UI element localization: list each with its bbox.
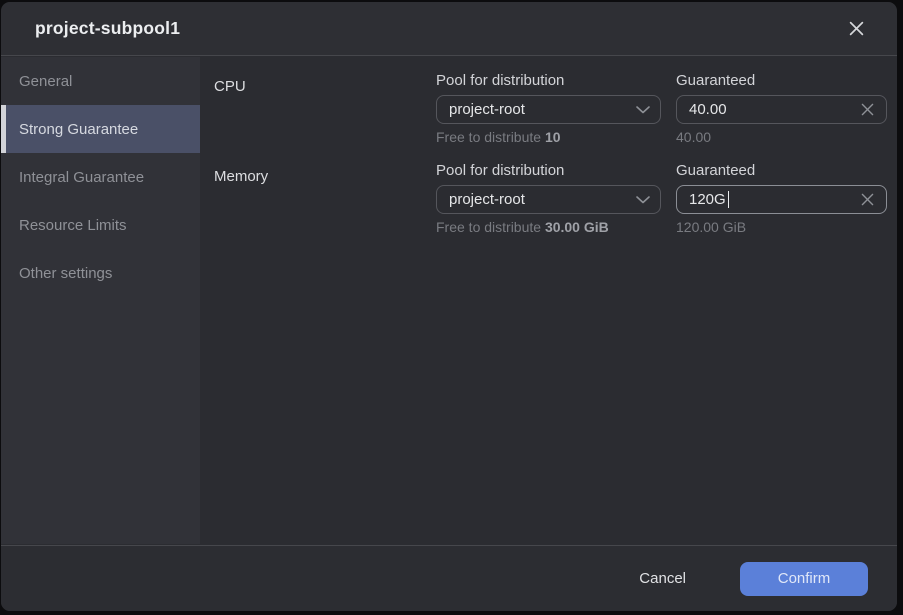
cpu-guaranteed-label: Guaranteed bbox=[676, 72, 755, 89]
cpu-guaranteed-value: 40.00 bbox=[689, 101, 727, 118]
cpu-pool-selected-value: project-root bbox=[449, 101, 525, 118]
sidebar-item-general[interactable]: General bbox=[1, 57, 200, 105]
close-button[interactable] bbox=[843, 15, 870, 42]
clear-button[interactable] bbox=[859, 191, 876, 208]
memory-pool-select[interactable]: project-root bbox=[436, 185, 661, 214]
helper-value: 10 bbox=[545, 129, 561, 145]
cancel-button[interactable]: Cancel bbox=[637, 564, 688, 593]
close-icon bbox=[849, 21, 864, 36]
modal-dialog: project-subpool1 General Strong Guarante… bbox=[1, 2, 897, 611]
modal-header: project-subpool1 bbox=[1, 2, 897, 56]
helper-text: Free to distribute bbox=[436, 219, 545, 235]
memory-guaranteed-helper: 120.00 GiB bbox=[676, 219, 746, 235]
chevron-down-icon bbox=[636, 106, 650, 114]
modal-body: General Strong Guarantee Integral Guaran… bbox=[1, 57, 897, 544]
confirm-button[interactable]: Confirm bbox=[740, 562, 868, 596]
text-cursor bbox=[728, 191, 730, 208]
cpu-pool-label: Pool for distribution bbox=[436, 72, 564, 89]
cpu-pool-helper: Free to distribute 10 bbox=[436, 129, 561, 145]
cpu-guaranteed-input[interactable]: 40.00 bbox=[676, 95, 887, 124]
sidebar-item-label: Integral Guarantee bbox=[19, 169, 144, 186]
memory-guaranteed-value: 120G bbox=[689, 191, 726, 208]
sidebar-item-label: General bbox=[19, 73, 72, 90]
sidebar-item-label: Other settings bbox=[19, 265, 112, 282]
clear-icon bbox=[861, 103, 874, 116]
sidebar-item-resource-limits[interactable]: Resource Limits bbox=[1, 201, 200, 249]
active-tab-indicator bbox=[1, 105, 6, 153]
helper-text: Free to distribute bbox=[436, 129, 545, 145]
modal-title: project-subpool1 bbox=[35, 18, 180, 39]
memory-pool-label: Pool for distribution bbox=[436, 162, 564, 179]
memory-pool-helper: Free to distribute 30.00 GiB bbox=[436, 219, 609, 235]
sidebar-item-strong-guarantee[interactable]: Strong Guarantee bbox=[1, 105, 200, 153]
sidebar-item-label: Resource Limits bbox=[19, 217, 127, 234]
memory-guaranteed-input[interactable]: 120G bbox=[676, 185, 887, 214]
strong-guarantee-panel: CPU Pool for distribution project-root F… bbox=[200, 57, 897, 544]
cpu-pool-select[interactable]: project-root bbox=[436, 95, 661, 124]
memory-pool-selected-value: project-root bbox=[449, 191, 525, 208]
sidebar-item-integral-guarantee[interactable]: Integral Guarantee bbox=[1, 153, 200, 201]
chevron-down-icon bbox=[636, 196, 650, 204]
clear-icon bbox=[861, 193, 874, 206]
memory-guaranteed-label: Guaranteed bbox=[676, 162, 755, 179]
sidebar: General Strong Guarantee Integral Guaran… bbox=[1, 57, 200, 544]
cpu-section-label: CPU bbox=[214, 78, 246, 95]
cpu-guaranteed-helper: 40.00 bbox=[676, 129, 711, 145]
modal-footer: Cancel Confirm bbox=[1, 545, 897, 611]
sidebar-item-label: Strong Guarantee bbox=[19, 121, 138, 138]
sidebar-item-other-settings[interactable]: Other settings bbox=[1, 249, 200, 297]
memory-section-label: Memory bbox=[214, 168, 268, 185]
helper-value: 30.00 GiB bbox=[545, 219, 609, 235]
clear-button[interactable] bbox=[859, 101, 876, 118]
